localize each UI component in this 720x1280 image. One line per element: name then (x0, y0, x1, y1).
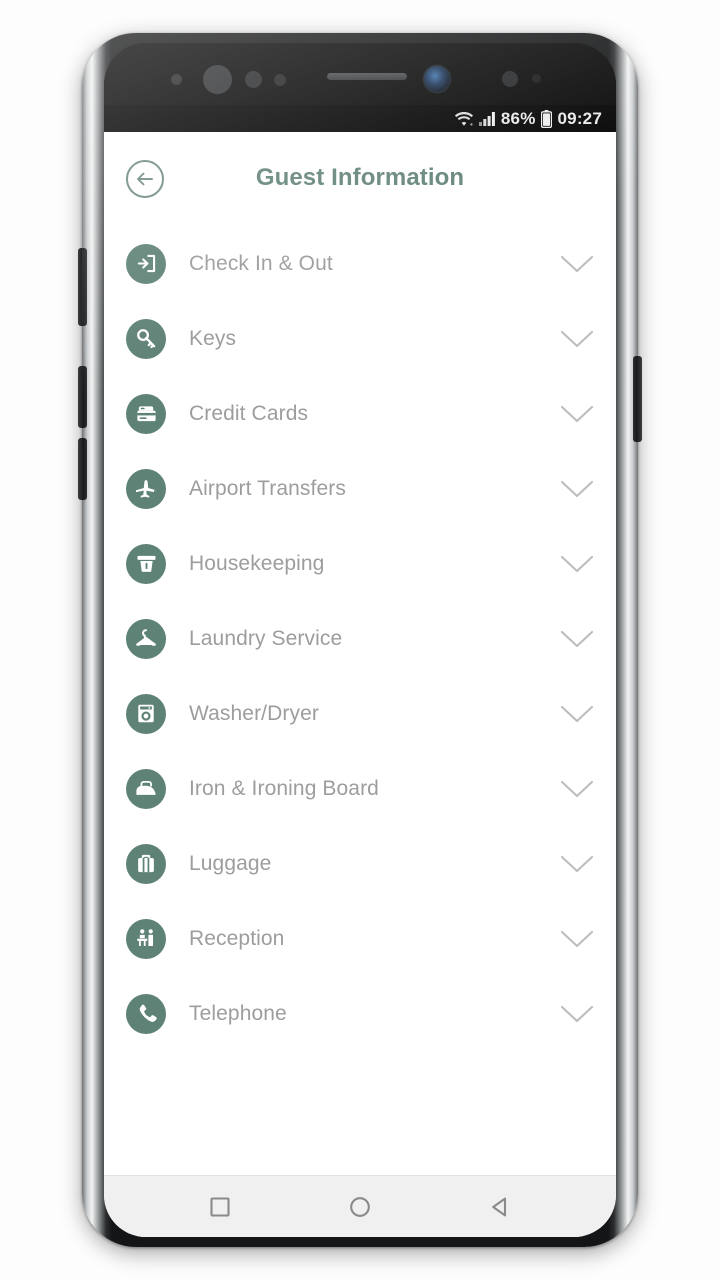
iron-icon (126, 768, 166, 809)
proximity-sensor-icon (171, 74, 182, 85)
wifi-icon (454, 111, 474, 127)
earpiece-speaker (327, 73, 407, 80)
list-item-label: Keys (189, 326, 237, 350)
phone-device: 86% 09:27 Guest Information Check In & O… (78, 33, 642, 1247)
check-in-door-arrow-icon (126, 243, 166, 284)
app-bar: Guest Information (104, 132, 616, 224)
power-button[interactable] (633, 356, 642, 442)
housekeeping-broom-icon (126, 543, 166, 584)
iris-scanner-icon (203, 65, 232, 94)
back-button[interactable] (126, 160, 164, 198)
bixby-button[interactable] (78, 248, 87, 326)
list-item-label: Washer/Dryer (189, 701, 319, 725)
list-item-credit-cards[interactable]: Credit Cards (104, 376, 616, 451)
list-item-label: Iron & Ironing Board (189, 776, 379, 800)
list-item-reception[interactable]: Reception (104, 901, 616, 976)
suitcase-icon (126, 843, 166, 884)
list-item-keys[interactable]: Keys (104, 301, 616, 376)
battery-icon (540, 109, 552, 128)
key-icon (126, 318, 166, 359)
list-item-label: Laundry Service (189, 626, 343, 650)
list-item-label: Credit Cards (189, 401, 309, 425)
chevron-down-icon[interactable] (560, 929, 594, 949)
list-item-laundry-service[interactable]: Laundry Service (104, 601, 616, 676)
list-item-iron-ironing-board[interactable]: Iron & Ironing Board (104, 751, 616, 826)
light-sensor-icon (245, 71, 262, 88)
top-bezel (104, 43, 616, 105)
list-item-label: Telephone (189, 1001, 287, 1025)
chevron-down-icon[interactable] (560, 254, 594, 274)
list-item-luggage[interactable]: Luggage (104, 826, 616, 901)
list-item-airport-transfers[interactable]: Airport Transfers (104, 451, 616, 526)
chevron-down-icon[interactable] (560, 629, 594, 649)
list-item-housekeeping[interactable]: Housekeeping (104, 526, 616, 601)
airplane-icon (126, 468, 166, 509)
list-item-label: Check In & Out (189, 251, 333, 275)
list-item-check-in-out[interactable]: Check In & Out (104, 226, 616, 301)
clothes-hanger-icon (126, 618, 166, 659)
chevron-down-icon[interactable] (560, 854, 594, 874)
list-item-label: Reception (189, 926, 285, 950)
volume-down-button[interactable] (78, 366, 87, 428)
recents-square-icon[interactable] (190, 1185, 250, 1229)
phone-screen-glass: 86% 09:27 Guest Information Check In & O… (104, 43, 616, 1237)
washing-machine-icon (126, 693, 166, 734)
reception-desk-icon (126, 918, 166, 959)
volume-up-button[interactable] (78, 438, 87, 500)
guest-information-list: Check In & Out Keys Credit Cards Airport… (104, 224, 616, 1175)
telephone-handset-icon (126, 993, 166, 1034)
chevron-down-icon[interactable] (560, 1004, 594, 1024)
chevron-down-icon[interactable] (560, 329, 594, 349)
cellular-signal-icon (478, 111, 496, 126)
app-screen: Guest Information Check In & Out Keys Cr… (104, 132, 616, 1237)
sensor-dot-icon (502, 71, 518, 87)
led-indicator-icon (274, 74, 286, 86)
credit-card-icon (126, 393, 166, 434)
list-item-label: Airport Transfers (189, 476, 346, 500)
chevron-down-icon[interactable] (560, 704, 594, 724)
chevron-down-icon[interactable] (560, 404, 594, 424)
front-camera (424, 66, 450, 92)
page-title: Guest Information (255, 164, 465, 191)
sensor-dot-small-icon (532, 74, 541, 83)
clock-label: 09:27 (557, 108, 602, 128)
list-item-label: Luggage (189, 851, 272, 875)
chevron-down-icon[interactable] (560, 479, 594, 499)
home-circle-icon[interactable] (330, 1185, 390, 1229)
list-item-washer-dryer[interactable]: Washer/Dryer (104, 676, 616, 751)
chevron-down-icon[interactable] (560, 779, 594, 799)
status-bar: 86% 09:27 (104, 105, 616, 132)
screenshot-canvas: 86% 09:27 Guest Information Check In & O… (0, 0, 720, 1280)
back-arrow-icon (135, 170, 155, 188)
list-item-telephone[interactable]: Telephone (104, 976, 616, 1051)
android-navigation-bar (104, 1175, 616, 1237)
battery-percent-label: 86% (500, 108, 536, 128)
list-item-label: Housekeeping (189, 551, 325, 575)
chevron-down-icon[interactable] (560, 554, 594, 574)
back-triangle-icon[interactable] (470, 1185, 530, 1229)
